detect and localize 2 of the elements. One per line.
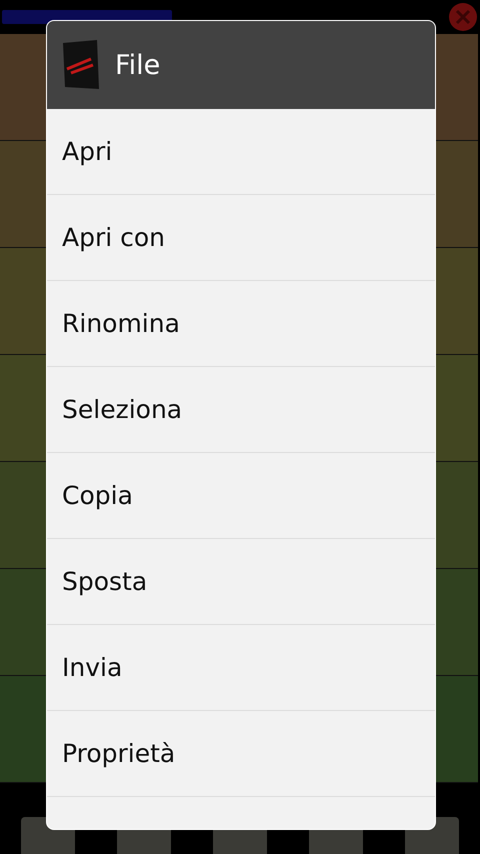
document-icon <box>61 39 101 91</box>
dialog-title: File <box>115 50 160 80</box>
